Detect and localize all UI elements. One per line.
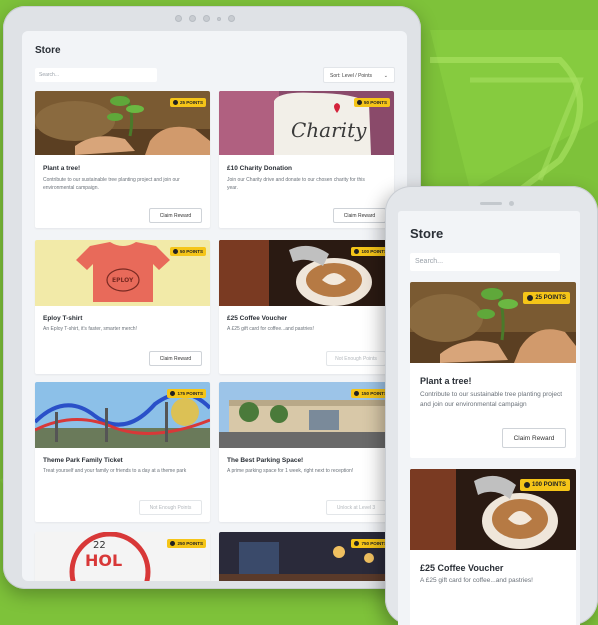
points-badge: 250 POINTS <box>167 539 206 548</box>
reward-card-theme-park: 175 POINTS Theme Park Family Ticket Trea… <box>35 382 210 522</box>
card-description: Contribute to our sustainable tree plant… <box>420 391 563 408</box>
reward-card-dinner: 750 POINTS <box>219 532 394 581</box>
sensor-dot <box>203 15 210 22</box>
coin-icon <box>172 100 178 105</box>
card-title: £25 Coffee Voucher <box>227 315 288 322</box>
restaurant-image: 750 POINTS <box>219 532 394 581</box>
card-description: An Eploy T-shirt, it's faster, smarter m… <box>43 326 137 332</box>
theme-park-image: 175 POINTS <box>35 382 210 448</box>
card-title: The Best Parking Space! <box>227 457 304 464</box>
unlock-level-button[interactable]: Unlock at Level 3 <box>326 500 386 515</box>
claim-reward-button[interactable]: Claim Reward <box>149 351 202 366</box>
tree-image: 25 POINTS <box>35 91 210 155</box>
phone-screen: Store Search... 25 POINTS Plant a tree! <box>398 211 580 625</box>
phone-device: Store Search... 25 POINTS Plant a tree! <box>385 186 598 625</box>
not-enough-points-button[interactable]: Not Enough Points <box>326 351 386 366</box>
points-badge: 50 POINTS <box>169 247 206 256</box>
claim-reward-button[interactable]: Claim Reward <box>333 208 386 223</box>
reward-card-plant-tree: 25 POINTS Plant a tree! Contribute to ou… <box>410 282 576 458</box>
tablet-sensors <box>175 15 235 22</box>
camera-icon <box>189 15 196 22</box>
search-input[interactable]: Search... <box>410 253 560 271</box>
coffee-image: 100 POINTS <box>410 469 576 550</box>
points-badge: 25 POINTS <box>169 98 206 107</box>
card-title: £25 Coffee Voucher <box>420 563 504 573</box>
coin-icon <box>356 100 362 105</box>
card-title: Plant a tree! <box>420 376 472 386</box>
sensor-dot <box>175 15 182 22</box>
points-badge: 25 POINTS <box>523 292 570 304</box>
chevron-down-icon: ⌄ <box>383 73 388 79</box>
reward-card-holiday: HOL 22 250 POINTS <box>35 532 210 581</box>
reward-card-tshirt: EPLOY 50 POINTS Eploy T-shirt An Eploy T… <box>35 240 210 374</box>
svg-text:Charity: Charity <box>291 118 367 142</box>
coin-icon <box>354 541 360 546</box>
svg-text:EPLOY: EPLOY <box>112 277 134 284</box>
reward-card-parking: 150 POINTS The Best Parking Space! A pri… <box>219 382 394 522</box>
tablet-screen: Store Search... Sort: Level / Points ⌄ 2… <box>22 31 407 581</box>
points-badge: 100 POINTS <box>519 479 570 491</box>
page-title: Store <box>35 45 61 56</box>
reward-card-coffee: 100 POINTS £25 Coffee Voucher A £25 gift… <box>410 469 576 625</box>
parking-image: 150 POINTS <box>219 382 394 448</box>
charity-image: Charity 50 POINTS <box>219 91 394 155</box>
reward-card-coffee: 100 POINTS £25 Coffee Voucher A £25 gift… <box>219 240 394 374</box>
speaker-grille <box>480 202 502 205</box>
card-description: Treat yourself and your family or friend… <box>43 468 187 474</box>
coffee-image: 100 POINTS <box>219 240 394 306</box>
sensor-dot <box>228 15 235 22</box>
coin-icon <box>523 482 530 488</box>
camera-icon <box>509 201 514 206</box>
claim-reward-button[interactable]: Claim Reward <box>149 208 202 223</box>
points-badge: 175 POINTS <box>167 389 206 398</box>
tree-image: 25 POINTS <box>410 282 576 363</box>
sort-dropdown[interactable]: Sort: Level / Points ⌄ <box>323 67 395 83</box>
points-badge: 50 POINTS <box>353 98 390 107</box>
holiday-image: HOL 22 250 POINTS <box>35 532 210 581</box>
card-title: £10 Charity Donation <box>227 165 293 172</box>
coin-icon <box>170 541 176 546</box>
reward-card-plant-tree: 25 POINTS Plant a tree! Contribute to ou… <box>35 91 210 228</box>
page-title: Store <box>410 226 444 241</box>
card-title: Theme Park Family Ticket <box>43 457 123 464</box>
tablet-device: Store Search... Sort: Level / Points ⌄ 2… <box>3 6 421 589</box>
coin-icon <box>172 249 178 254</box>
card-title: Eploy T-shirt <box>43 315 83 322</box>
search-input[interactable]: Search... <box>35 68 157 82</box>
card-description: A £25 gift card for coffee...and pastrie… <box>420 577 533 584</box>
svg-text:HOL: HOL <box>85 551 122 570</box>
sort-label: Sort: Level / Points <box>330 73 372 79</box>
coin-icon <box>527 295 534 301</box>
claim-reward-button[interactable]: Claim Reward <box>502 428 566 448</box>
card-description: Contribute to our sustainable tree plant… <box>43 177 180 191</box>
reward-card-charity: Charity 50 POINTS £10 Charity Donation J… <box>219 91 394 228</box>
card-description: A £25 gift card for coffee...and pastrie… <box>227 326 314 332</box>
coin-icon <box>354 391 360 396</box>
svg-text:22: 22 <box>93 540 106 551</box>
card-title: Plant a tree! <box>43 165 81 172</box>
not-enough-points-button[interactable]: Not Enough Points <box>139 500 202 515</box>
coin-icon <box>170 391 176 396</box>
tshirt-image: EPLOY 50 POINTS <box>35 240 210 306</box>
coin-icon <box>354 249 360 254</box>
card-description: Join our Charity drive and donate to our… <box>227 177 365 191</box>
sensor-dot <box>217 16 221 21</box>
card-description: A prime parking space for 1 week, right … <box>227 468 354 474</box>
